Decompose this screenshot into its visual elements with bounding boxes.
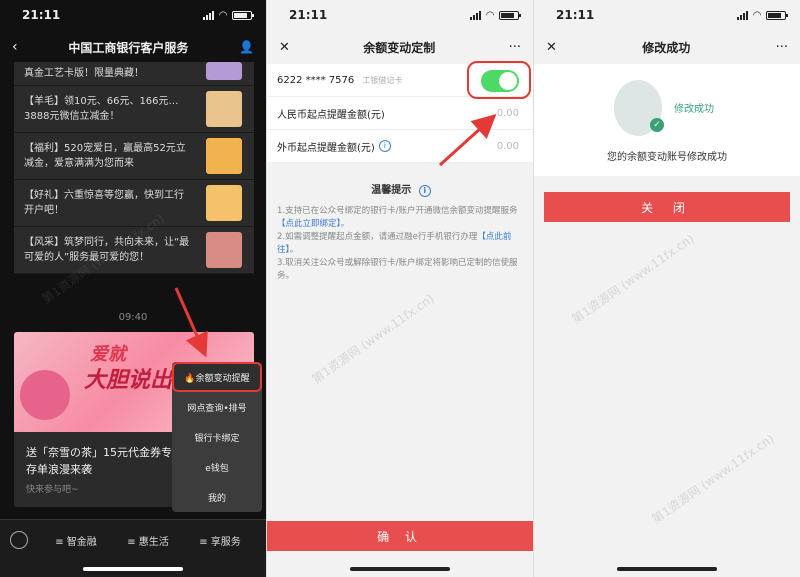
message-text: 【羊毛】领10元、66元、166元…3888元微信立减金！ (24, 96, 179, 122)
screen-success: 21:11 ◠ ✕ 修改成功 ··· ✓ 修改成功 您的余额变动账号修改成功 关… (534, 0, 800, 577)
menu-item-card-binding[interactable]: 银行卡绑定 (172, 422, 262, 452)
time-divider: 09:40 (118, 312, 148, 323)
page-title: 中国工商银行客户服务 (68, 40, 189, 55)
info-icon[interactable]: i (378, 140, 391, 152)
tips-section: 温馨提示 i 1.支持已在公众号绑定的银行卡/账户开通微信余额变动提醒服务【点此… (277, 184, 525, 283)
info-icon: i (418, 185, 431, 197)
message-text: 【福利】520宠爱日，赢最高52元立减金，爱意满满为您而来 (24, 143, 186, 169)
menu-item-balance-alert[interactable]: 🔥余额变动提醒 (172, 362, 262, 392)
wifi-icon: ◠ (486, 9, 494, 21)
bind-now-link[interactable]: 【点此立即绑定】 (277, 219, 341, 229)
rmb-threshold-input[interactable]: 0.00 (497, 108, 519, 119)
nav-bar: ‹ 中国工商银行客户服务 👤 (0, 30, 266, 64)
message-text: 【风采】筑梦同行，共向未来，让“最可爱的人”服务最可爱的您！ (24, 237, 190, 263)
back-icon[interactable]: ‹ (12, 39, 18, 55)
menu-item-e-wallet[interactable]: e钱包 (172, 452, 262, 482)
message-thumbnail (206, 232, 242, 268)
tip-1: 1.支持已在公众号绑定的银行卡/账户开通微信余额变动提醒服务【点此立即绑定】。 (277, 205, 525, 231)
confirm-button[interactable]: 确 认 (267, 521, 533, 551)
tip-3: 3.取消关注公众号或解除银行卡/账户绑定将影响已定制的信使服务。 (277, 258, 518, 281)
signal-icon (203, 10, 215, 20)
status-bar: 21:11 ◠ (267, 0, 533, 30)
highlight-box (467, 61, 531, 99)
message-thumbnail (206, 138, 242, 174)
wifi-icon: ◠ (753, 9, 761, 21)
signal-icon (470, 10, 482, 20)
tab-label: 惠生活 (138, 536, 169, 548)
message-thumbnail (206, 62, 242, 80)
list-item[interactable]: 真金工艺卡版！限量典藏！ (14, 62, 254, 86)
fx-threshold-input[interactable]: 0.00 (497, 141, 519, 152)
tips-title: 温馨提示 i (277, 184, 525, 197)
tab-smart-finance[interactable]: ≡ 智金融 (55, 533, 97, 548)
alert-settings-form: 6222 **** 7576 工银借记卡 人民币起点提醒金额(元) 0.00 外… (267, 61, 533, 163)
status-time: 21:11 (22, 8, 61, 22)
page-title: 修改成功 (642, 40, 691, 55)
tab-label: 享服务 (210, 536, 241, 548)
tip-text: 1.支持已在公众号绑定的银行卡/账户开通微信余额变动提醒服务 (277, 206, 518, 216)
popup-menu: 🔥余额变动提醒 网点查询•排号 银行卡绑定 e钱包 我的 (172, 362, 262, 512)
message-text: 真金工艺卡版！限量典藏！ (24, 68, 144, 79)
screen-balance-alert: 21:11 ◠ ✕ 余额变动定制 ··· 6222 **** 7576 工银借记… (267, 0, 533, 577)
success-description: 您的余额变动账号修改成功 (607, 152, 727, 163)
message-thumbnail (206, 185, 242, 221)
tip-text: 。 (340, 219, 350, 229)
rmb-threshold-label: 人民币起点提醒金额(元) (277, 109, 385, 121)
battery-icon (766, 10, 788, 20)
battery-icon (232, 10, 254, 20)
card-type: 工银借记卡 (362, 75, 403, 85)
more-icon[interactable]: ··· (509, 40, 521, 55)
home-indicator (617, 567, 717, 571)
status-time: 21:11 (556, 8, 595, 22)
card-number: 6222 **** 7576 (277, 74, 355, 86)
message-text: 【好礼】六重惊喜等您赢，快到工行开户吧！ (24, 190, 184, 216)
status-bar: 21:11 ◠ (0, 0, 266, 30)
status-bar: 21:11 ◠ (534, 0, 800, 30)
bottom-menu-bar: ≡ 智金融 ≡ 惠生活 ≡ 享服务 (0, 519, 266, 577)
tab-life[interactable]: ≡ 惠生活 (127, 533, 169, 548)
list-item[interactable]: 【福利】520宠爱日，赢最高52元立减金，爱意满满为您而来 (14, 133, 254, 180)
tab-label: 智金融 (66, 536, 97, 548)
list-item[interactable]: 【好礼】六重惊喜等您赢，快到工行开户吧！ (14, 180, 254, 227)
message-thumbnail (206, 91, 242, 127)
success-title: 修改成功 (674, 104, 714, 115)
rmb-threshold-row: 人民币起点提醒金额(元) 0.00 (267, 97, 533, 130)
nav-bar: ✕ 修改成功 ··· (534, 30, 800, 64)
card-row: 6222 **** 7576 工银借记卡 (267, 61, 533, 99)
status-time: 21:11 (289, 8, 328, 22)
tips-title-text: 温馨提示 (371, 185, 412, 196)
list-item[interactable]: 【风采】筑梦同行，共向未来，让“最可爱的人”服务最可爱的您！ (14, 227, 254, 274)
tab-service[interactable]: ≡ 享服务 (199, 533, 241, 548)
home-indicator (83, 567, 183, 571)
menu-item-branch-query[interactable]: 网点查询•排号 (172, 392, 262, 422)
wifi-icon: ◠ (219, 9, 227, 21)
keyboard-icon[interactable] (10, 531, 28, 549)
nav-bar: ✕ 余额变动定制 ··· (267, 30, 533, 64)
page-title: 余额变动定制 (363, 40, 436, 55)
home-indicator (350, 567, 450, 571)
message-list: 真金工艺卡版！限量典藏！ 【羊毛】领10元、66元、166元…3888元微信立减… (14, 62, 254, 274)
fx-threshold-label: 外币起点提醒金额(元) (277, 142, 375, 154)
menu-item-mine[interactable]: 我的 (172, 482, 262, 512)
close-button[interactable]: 关 闭 (544, 192, 790, 222)
check-icon: ✓ (650, 118, 664, 132)
fx-threshold-row: 外币起点提醒金额(元) i 0.00 (267, 130, 533, 163)
tip-2: 2.如需调整提醒起点金额，请通过融e行手机银行办理【点此前往】。 (277, 231, 525, 257)
signal-icon (737, 10, 749, 20)
tip-text: 。 (289, 245, 299, 255)
mascot-image: ✓ (614, 80, 664, 136)
close-icon[interactable]: ✕ (279, 40, 290, 55)
close-icon[interactable]: ✕ (546, 40, 557, 55)
success-card: ✓ 修改成功 您的余额变动账号修改成功 (534, 64, 800, 176)
list-item[interactable]: 【羊毛】领10元、66元、166元…3888元微信立减金！ (14, 86, 254, 133)
tip-text: 2.如需调整提醒起点金额，请通过融e行手机银行办理 (277, 232, 478, 242)
banner-tree-image (20, 370, 70, 420)
profile-icon[interactable]: 👤 (239, 40, 254, 54)
more-icon[interactable]: ··· (776, 40, 788, 55)
battery-icon (499, 10, 521, 20)
screen-chat: 21:11 ◠ ‹ 中国工商银行客户服务 👤 真金工艺卡版！限量典藏！ 【羊毛】… (0, 0, 266, 577)
